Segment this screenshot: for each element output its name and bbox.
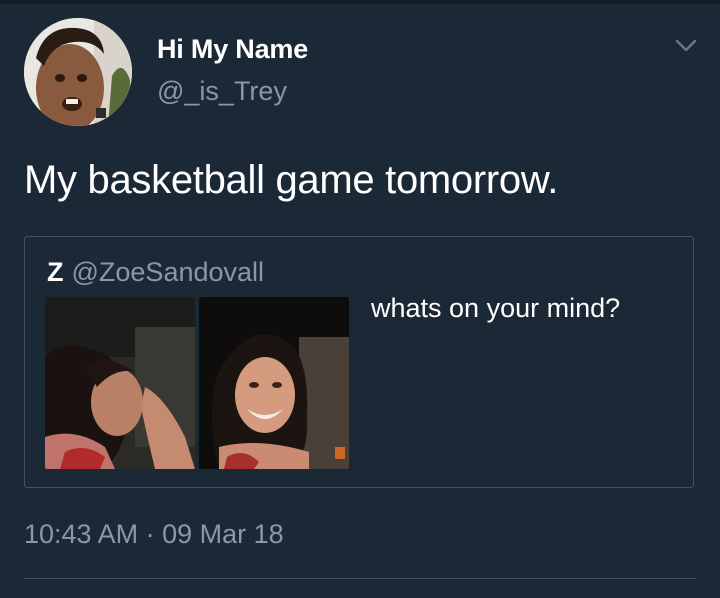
tweet-card: Hi My Name @_is_Trey My basketball game …	[0, 0, 720, 598]
quoted-media	[45, 297, 349, 469]
quoted-author-handle: @ZoeSandovall	[71, 257, 265, 287]
tweet-text: My basketball game tomorrow.	[24, 158, 559, 202]
quoted-tweet-text: whats on your mind?	[371, 293, 621, 323]
author-name[interactable]: Hi My Name	[157, 34, 308, 65]
author-avatar[interactable]	[24, 18, 132, 126]
tweet-timestamp[interactable]: 10:43 AM · 09 Mar 18	[24, 519, 284, 550]
quoted-photo-2[interactable]	[199, 297, 349, 469]
author-handle[interactable]: @_is_Trey	[157, 76, 287, 107]
quoted-tweet-header: Z @ZoeSandovall	[47, 257, 264, 288]
chevron-down-icon[interactable]	[672, 36, 700, 56]
bottom-divider	[24, 578, 696, 579]
quoted-author-name: Z	[47, 257, 64, 287]
quoted-tweet-card[interactable]: Z @ZoeSandovall whats on your mind?	[24, 236, 694, 488]
quoted-photo-1[interactable]	[45, 297, 195, 469]
